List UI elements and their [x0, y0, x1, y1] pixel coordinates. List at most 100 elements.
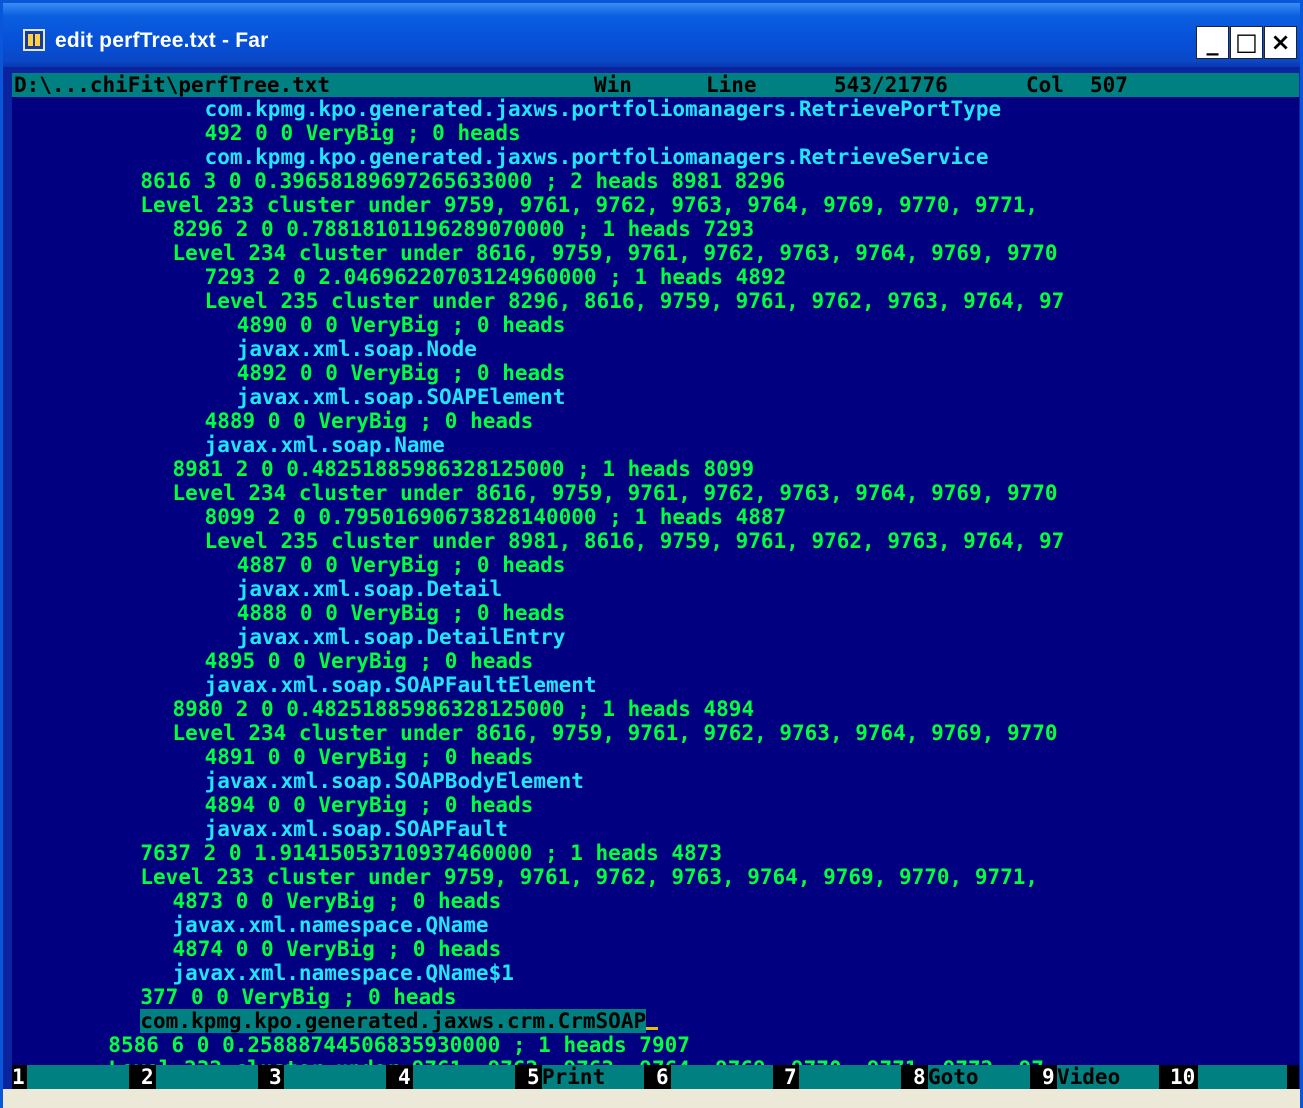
line-text: 4892 0 0 VeryBig ; 0 heads: [236, 361, 566, 385]
text-line[interactable]: 8099 2 0 0.79501690673828140000 ; 1 head…: [12, 505, 1299, 529]
line-text: 8586 6 0 0.25888744506835930000 ; 1 head…: [108, 1033, 690, 1057]
text-line[interactable]: javax.xml.soap.DetailEntry: [12, 625, 1299, 649]
line-text: Level 233 cluster under 9759, 9761, 9762…: [140, 193, 1039, 217]
line-text: javax.xml.soap.DetailEntry: [236, 625, 566, 649]
line-text: javax.xml.soap.SOAPFaultElement: [204, 673, 597, 697]
text-line[interactable]: 8616 3 0 0.39658189697265633000 ; 2 head…: [12, 169, 1299, 193]
fkey-label: Video: [1057, 1065, 1159, 1089]
line-text: Level 234 cluster under 8616, 9759, 9761…: [172, 721, 1058, 745]
fkey-number: 10: [1170, 1065, 1196, 1089]
text-line[interactable]: 4873 0 0 VeryBig ; 0 heads: [12, 889, 1299, 913]
fkey-7[interactable]: 7: [784, 1065, 913, 1089]
text-line[interactable]: 4894 0 0 VeryBig ; 0 heads: [12, 793, 1299, 817]
editor-window: edit perfTree.txt - Far _ □ × D:\...chiF…: [0, 0, 1303, 1108]
fkey-label: [284, 1065, 386, 1089]
text-line[interactable]: 4887 0 0 VeryBig ; 0 heads: [12, 553, 1299, 577]
line-text: 4887 0 0 VeryBig ; 0 heads: [236, 553, 566, 577]
minimize-button[interactable]: _: [1196, 26, 1229, 59]
line-text: javax.xml.namespace.QName: [172, 913, 489, 937]
text-line[interactable]: Level 235 cluster under 8981, 8616, 9759…: [12, 529, 1299, 553]
line-text: 4891 0 0 VeryBig ; 0 heads: [204, 745, 534, 769]
fkey-label: [27, 1065, 129, 1089]
fkey-10[interactable]: 10: [1170, 1065, 1299, 1089]
fkey-9[interactable]: 9 Video: [1042, 1065, 1171, 1089]
text-line[interactable]: javax.xml.soap.SOAPFault: [12, 817, 1299, 841]
line-text: javax.xml.soap.Node: [236, 337, 477, 361]
line-text: javax.xml.soap.Detail: [236, 577, 503, 601]
text-line[interactable]: 8296 2 0 0.78818101196289070000 ; 1 head…: [12, 217, 1299, 241]
fkey-3[interactable]: 3: [269, 1065, 398, 1089]
text-line[interactable]: javax.xml.namespace.QName$1: [12, 961, 1299, 985]
text-line[interactable]: 4889 0 0 VeryBig ; 0 heads: [12, 409, 1299, 433]
text-line[interactable]: 377 0 0 VeryBig ; 0 heads: [12, 985, 1299, 1009]
line-text: javax.xml.soap.SOAPBodyElement: [204, 769, 584, 793]
text-line[interactable]: 7293 2 0 2.04696220703124960000 ; 1 head…: [12, 265, 1299, 289]
text-line[interactable]: Level 234 cluster under 8616, 9759, 9761…: [12, 721, 1299, 745]
line-text: 8296 2 0 0.78818101196289070000 ; 1 head…: [172, 217, 755, 241]
fkey-2[interactable]: 2: [141, 1065, 270, 1089]
text-line[interactable]: 8980 2 0 0.48251885986328125000 ; 1 head…: [12, 697, 1299, 721]
line-label: Line: [706, 73, 757, 97]
text-line[interactable]: Level 235 cluster under 8296, 8616, 9759…: [12, 289, 1299, 313]
text-line[interactable]: Level 233 cluster under 9759, 9761, 9762…: [12, 193, 1299, 217]
text-line[interactable]: javax.xml.soap.SOAPFaultElement: [12, 673, 1299, 697]
fkey-number: 6: [656, 1065, 669, 1089]
title-bar[interactable]: edit perfTree.txt - Far _ □ ×: [3, 3, 1300, 67]
fkey-4[interactable]: 4: [398, 1065, 527, 1089]
line-text: Level 235 cluster under 8981, 8616, 9759…: [204, 529, 1065, 553]
line-text: 8099 2 0 0.79501690673828140000 ; 1 head…: [204, 505, 787, 529]
col-label: Col: [1026, 73, 1064, 97]
text-line[interactable]: javax.xml.soap.Name: [12, 433, 1299, 457]
line-text: 377 0 0 VeryBig ; 0 heads: [140, 985, 457, 1009]
text-line[interactable]: javax.xml.soap.SOAPBodyElement: [12, 769, 1299, 793]
close-button[interactable]: ×: [1264, 26, 1297, 59]
text-line[interactable]: com.kpmg.kpo.generated.jaxws.portfolioma…: [12, 145, 1299, 169]
text-line[interactable]: 4888 0 0 VeryBig ; 0 heads: [12, 601, 1299, 625]
line-text: com.kpmg.kpo.generated.jaxws.portfolioma…: [204, 145, 989, 169]
text-line[interactable]: 4895 0 0 VeryBig ; 0 heads: [12, 649, 1299, 673]
line-text: javax.xml.soap.SOAPElement: [236, 385, 566, 409]
text-line[interactable]: javax.xml.namespace.QName: [12, 913, 1299, 937]
text-line[interactable]: 8981 2 0 0.48251885986328125000 ; 1 head…: [12, 457, 1299, 481]
text-line[interactable]: 8586 6 0 0.25888744506835930000 ; 1 head…: [12, 1033, 1299, 1057]
line-text: 4894 0 0 VeryBig ; 0 heads: [204, 793, 534, 817]
window-bottom-frame: [3, 1089, 1300, 1108]
line-position: 543/21776: [834, 73, 948, 97]
fkey-number: 2: [141, 1065, 154, 1089]
line-text: 4889 0 0 VeryBig ; 0 heads: [204, 409, 534, 433]
fkey-5[interactable]: 5 Print: [527, 1065, 656, 1089]
line-text: 4888 0 0 VeryBig ; 0 heads: [236, 601, 566, 625]
text-line[interactable]: com.kpmg.kpo.generated.jaxws.portfolioma…: [12, 97, 1299, 121]
current-line[interactable]: com.kpmg.kpo.generated.jaxws.crm.CrmSOAP: [12, 1009, 1299, 1033]
line-text: 8980 2 0 0.48251885986328125000 ; 1 head…: [172, 697, 755, 721]
fkey-label: Goto: [928, 1065, 1030, 1089]
editor-screen[interactable]: D:\...chiFit\perfTree.txt Win Line 543/2…: [12, 73, 1299, 1089]
text-line[interactable]: 4892 0 0 VeryBig ; 0 heads: [12, 361, 1299, 385]
window-title: edit perfTree.txt - Far: [55, 29, 269, 52]
text-line[interactable]: javax.xml.soap.Detail: [12, 577, 1299, 601]
line-text: Level 234 cluster under 8616, 9759, 9761…: [172, 481, 1058, 505]
far-app-icon: [23, 29, 45, 51]
fkey-1[interactable]: 1: [12, 1065, 141, 1089]
text-line[interactable]: 4874 0 0 VeryBig ; 0 heads: [12, 937, 1299, 961]
fkey-8[interactable]: 8 Goto: [913, 1065, 1042, 1089]
text-line[interactable]: 4890 0 0 VeryBig ; 0 heads: [12, 313, 1299, 337]
encoding-mode: Win: [594, 73, 632, 97]
text-line[interactable]: javax.xml.soap.Node: [12, 337, 1299, 361]
text-cursor: [646, 1027, 659, 1030]
text-line[interactable]: Level 234 cluster under 8616, 9759, 9761…: [12, 481, 1299, 505]
text-line[interactable]: 4891 0 0 VeryBig ; 0 heads: [12, 745, 1299, 769]
text-line[interactable]: javax.xml.soap.SOAPElement: [12, 385, 1299, 409]
line-text: 492 0 0 VeryBig ; 0 heads: [204, 121, 521, 145]
text-line[interactable]: 492 0 0 VeryBig ; 0 heads: [12, 121, 1299, 145]
editor-status-bar: D:\...chiFit\perfTree.txt Win Line 543/2…: [12, 73, 1299, 97]
text-line[interactable]: Level 233 cluster under 9759, 9761, 9762…: [12, 865, 1299, 889]
line-text: javax.xml.soap.SOAPFault: [204, 817, 509, 841]
fkey-number: 8: [913, 1065, 926, 1089]
line-text: javax.xml.namespace.QName$1: [172, 961, 514, 985]
maximize-button[interactable]: □: [1230, 26, 1263, 59]
fkey-6[interactable]: 6: [656, 1065, 785, 1089]
text-line[interactable]: 7637 2 0 1.91415053710937460000 ; 1 head…: [12, 841, 1299, 865]
text-line[interactable]: Level 234 cluster under 8616, 9759, 9761…: [12, 241, 1299, 265]
line-text: 4873 0 0 VeryBig ; 0 heads: [172, 889, 502, 913]
